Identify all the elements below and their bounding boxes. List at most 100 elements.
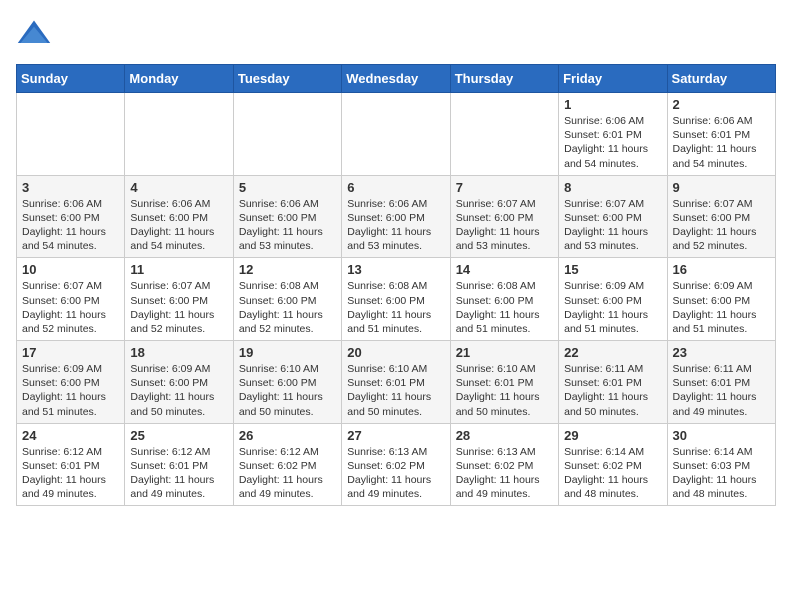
day-cell: 13 Sunrise: 6:08 AMSunset: 6:00 PMDaylig… bbox=[342, 258, 450, 341]
day-number: 16 bbox=[673, 262, 770, 277]
calendar: SundayMondayTuesdayWednesdayThursdayFrid… bbox=[16, 64, 776, 506]
day-header-monday: Monday bbox=[125, 65, 233, 93]
day-number: 5 bbox=[239, 180, 336, 195]
day-info: Sunrise: 6:12 AMSunset: 6:01 PMDaylight:… bbox=[22, 445, 119, 502]
day-cell: 5 Sunrise: 6:06 AMSunset: 6:00 PMDayligh… bbox=[233, 175, 341, 258]
day-cell: 22 Sunrise: 6:11 AMSunset: 6:01 PMDaylig… bbox=[559, 341, 667, 424]
day-info: Sunrise: 6:06 AMSunset: 6:00 PMDaylight:… bbox=[22, 197, 119, 254]
day-cell: 27 Sunrise: 6:13 AMSunset: 6:02 PMDaylig… bbox=[342, 423, 450, 506]
day-info: Sunrise: 6:10 AMSunset: 6:00 PMDaylight:… bbox=[239, 362, 336, 419]
day-info: Sunrise: 6:07 AMSunset: 6:00 PMDaylight:… bbox=[456, 197, 553, 254]
day-number: 13 bbox=[347, 262, 444, 277]
day-cell: 25 Sunrise: 6:12 AMSunset: 6:01 PMDaylig… bbox=[125, 423, 233, 506]
day-number: 11 bbox=[130, 262, 227, 277]
day-info: Sunrise: 6:07 AMSunset: 6:00 PMDaylight:… bbox=[673, 197, 770, 254]
day-info: Sunrise: 6:10 AMSunset: 6:01 PMDaylight:… bbox=[456, 362, 553, 419]
day-cell: 19 Sunrise: 6:10 AMSunset: 6:00 PMDaylig… bbox=[233, 341, 341, 424]
day-number: 14 bbox=[456, 262, 553, 277]
day-cell bbox=[233, 93, 341, 176]
day-cell: 3 Sunrise: 6:06 AMSunset: 6:00 PMDayligh… bbox=[17, 175, 125, 258]
day-cell: 9 Sunrise: 6:07 AMSunset: 6:00 PMDayligh… bbox=[667, 175, 775, 258]
day-cell: 1 Sunrise: 6:06 AMSunset: 6:01 PMDayligh… bbox=[559, 93, 667, 176]
day-number: 25 bbox=[130, 428, 227, 443]
day-cell bbox=[450, 93, 558, 176]
day-cell: 26 Sunrise: 6:12 AMSunset: 6:02 PMDaylig… bbox=[233, 423, 341, 506]
day-number: 26 bbox=[239, 428, 336, 443]
day-cell: 18 Sunrise: 6:09 AMSunset: 6:00 PMDaylig… bbox=[125, 341, 233, 424]
day-number: 22 bbox=[564, 345, 661, 360]
day-cell: 4 Sunrise: 6:06 AMSunset: 6:00 PMDayligh… bbox=[125, 175, 233, 258]
week-row-4: 17 Sunrise: 6:09 AMSunset: 6:00 PMDaylig… bbox=[17, 341, 776, 424]
day-number: 21 bbox=[456, 345, 553, 360]
day-info: Sunrise: 6:07 AMSunset: 6:00 PMDaylight:… bbox=[22, 279, 119, 336]
day-cell: 2 Sunrise: 6:06 AMSunset: 6:01 PMDayligh… bbox=[667, 93, 775, 176]
day-cell: 10 Sunrise: 6:07 AMSunset: 6:00 PMDaylig… bbox=[17, 258, 125, 341]
day-info: Sunrise: 6:09 AMSunset: 6:00 PMDaylight:… bbox=[564, 279, 661, 336]
day-number: 7 bbox=[456, 180, 553, 195]
calendar-header-row: SundayMondayTuesdayWednesdayThursdayFrid… bbox=[17, 65, 776, 93]
logo bbox=[16, 16, 58, 52]
day-info: Sunrise: 6:06 AMSunset: 6:00 PMDaylight:… bbox=[130, 197, 227, 254]
week-row-1: 1 Sunrise: 6:06 AMSunset: 6:01 PMDayligh… bbox=[17, 93, 776, 176]
day-info: Sunrise: 6:08 AMSunset: 6:00 PMDaylight:… bbox=[347, 279, 444, 336]
day-cell: 7 Sunrise: 6:07 AMSunset: 6:00 PMDayligh… bbox=[450, 175, 558, 258]
day-info: Sunrise: 6:07 AMSunset: 6:00 PMDaylight:… bbox=[130, 279, 227, 336]
day-number: 9 bbox=[673, 180, 770, 195]
day-info: Sunrise: 6:14 AMSunset: 6:02 PMDaylight:… bbox=[564, 445, 661, 502]
day-cell bbox=[17, 93, 125, 176]
day-number: 12 bbox=[239, 262, 336, 277]
day-cell: 17 Sunrise: 6:09 AMSunset: 6:00 PMDaylig… bbox=[17, 341, 125, 424]
day-number: 30 bbox=[673, 428, 770, 443]
day-number: 28 bbox=[456, 428, 553, 443]
day-info: Sunrise: 6:11 AMSunset: 6:01 PMDaylight:… bbox=[564, 362, 661, 419]
day-cell: 12 Sunrise: 6:08 AMSunset: 6:00 PMDaylig… bbox=[233, 258, 341, 341]
day-cell: 16 Sunrise: 6:09 AMSunset: 6:00 PMDaylig… bbox=[667, 258, 775, 341]
day-number: 6 bbox=[347, 180, 444, 195]
day-number: 18 bbox=[130, 345, 227, 360]
day-info: Sunrise: 6:09 AMSunset: 6:00 PMDaylight:… bbox=[673, 279, 770, 336]
page-header bbox=[16, 16, 776, 52]
day-number: 10 bbox=[22, 262, 119, 277]
day-cell: 15 Sunrise: 6:09 AMSunset: 6:00 PMDaylig… bbox=[559, 258, 667, 341]
day-number: 2 bbox=[673, 97, 770, 112]
day-header-friday: Friday bbox=[559, 65, 667, 93]
day-number: 4 bbox=[130, 180, 227, 195]
day-cell: 24 Sunrise: 6:12 AMSunset: 6:01 PMDaylig… bbox=[17, 423, 125, 506]
day-cell: 29 Sunrise: 6:14 AMSunset: 6:02 PMDaylig… bbox=[559, 423, 667, 506]
day-cell: 6 Sunrise: 6:06 AMSunset: 6:00 PMDayligh… bbox=[342, 175, 450, 258]
day-info: Sunrise: 6:08 AMSunset: 6:00 PMDaylight:… bbox=[239, 279, 336, 336]
day-number: 17 bbox=[22, 345, 119, 360]
week-row-5: 24 Sunrise: 6:12 AMSunset: 6:01 PMDaylig… bbox=[17, 423, 776, 506]
day-info: Sunrise: 6:06 AMSunset: 6:00 PMDaylight:… bbox=[239, 197, 336, 254]
day-info: Sunrise: 6:10 AMSunset: 6:01 PMDaylight:… bbox=[347, 362, 444, 419]
day-info: Sunrise: 6:12 AMSunset: 6:02 PMDaylight:… bbox=[239, 445, 336, 502]
day-cell: 23 Sunrise: 6:11 AMSunset: 6:01 PMDaylig… bbox=[667, 341, 775, 424]
day-cell: 20 Sunrise: 6:10 AMSunset: 6:01 PMDaylig… bbox=[342, 341, 450, 424]
day-cell: 14 Sunrise: 6:08 AMSunset: 6:00 PMDaylig… bbox=[450, 258, 558, 341]
day-header-wednesday: Wednesday bbox=[342, 65, 450, 93]
logo-icon bbox=[16, 16, 52, 52]
day-cell: 28 Sunrise: 6:13 AMSunset: 6:02 PMDaylig… bbox=[450, 423, 558, 506]
day-number: 19 bbox=[239, 345, 336, 360]
week-row-2: 3 Sunrise: 6:06 AMSunset: 6:00 PMDayligh… bbox=[17, 175, 776, 258]
day-info: Sunrise: 6:09 AMSunset: 6:00 PMDaylight:… bbox=[130, 362, 227, 419]
day-number: 27 bbox=[347, 428, 444, 443]
day-number: 20 bbox=[347, 345, 444, 360]
day-info: Sunrise: 6:09 AMSunset: 6:00 PMDaylight:… bbox=[22, 362, 119, 419]
day-number: 3 bbox=[22, 180, 119, 195]
day-info: Sunrise: 6:07 AMSunset: 6:00 PMDaylight:… bbox=[564, 197, 661, 254]
day-number: 24 bbox=[22, 428, 119, 443]
day-header-thursday: Thursday bbox=[450, 65, 558, 93]
day-info: Sunrise: 6:14 AMSunset: 6:03 PMDaylight:… bbox=[673, 445, 770, 502]
day-cell: 8 Sunrise: 6:07 AMSunset: 6:00 PMDayligh… bbox=[559, 175, 667, 258]
day-header-saturday: Saturday bbox=[667, 65, 775, 93]
day-info: Sunrise: 6:13 AMSunset: 6:02 PMDaylight:… bbox=[347, 445, 444, 502]
day-info: Sunrise: 6:08 AMSunset: 6:00 PMDaylight:… bbox=[456, 279, 553, 336]
day-number: 29 bbox=[564, 428, 661, 443]
day-number: 8 bbox=[564, 180, 661, 195]
week-row-3: 10 Sunrise: 6:07 AMSunset: 6:00 PMDaylig… bbox=[17, 258, 776, 341]
day-info: Sunrise: 6:11 AMSunset: 6:01 PMDaylight:… bbox=[673, 362, 770, 419]
day-cell: 30 Sunrise: 6:14 AMSunset: 6:03 PMDaylig… bbox=[667, 423, 775, 506]
day-info: Sunrise: 6:06 AMSunset: 6:00 PMDaylight:… bbox=[347, 197, 444, 254]
day-info: Sunrise: 6:06 AMSunset: 6:01 PMDaylight:… bbox=[673, 114, 770, 171]
